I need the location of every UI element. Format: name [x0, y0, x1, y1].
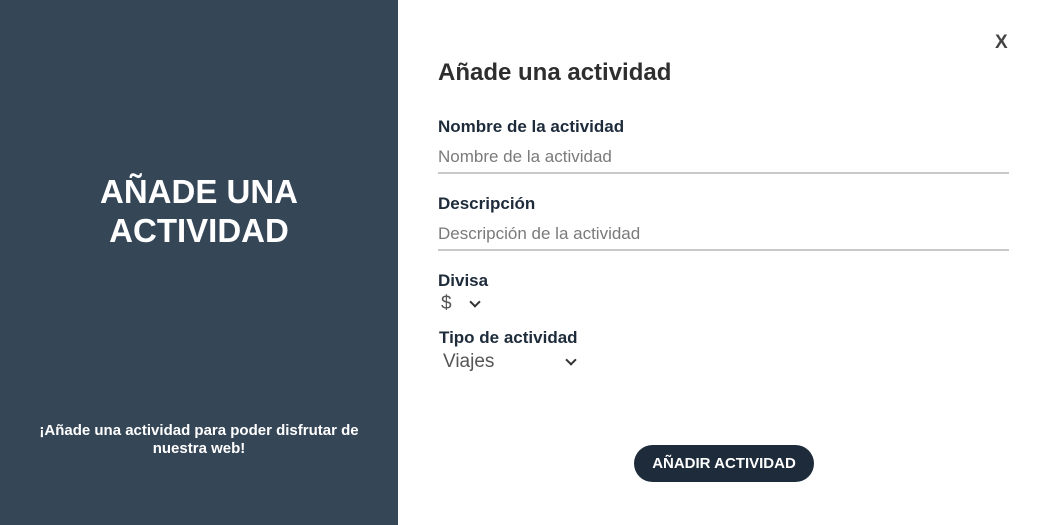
left-panel: AÑADE UNA ACTIVIDAD ¡Añade una actividad… [0, 0, 398, 525]
form-panel: X Añade una actividad Nombre de la activ… [398, 0, 1047, 525]
hero-line-2: ACTIVIDAD [109, 212, 289, 249]
form-title: Añade una actividad [438, 59, 672, 86]
description-label: Descripción [438, 194, 536, 213]
activity-type-select[interactable]: Viajes [443, 351, 578, 373]
close-icon[interactable]: X [995, 32, 1008, 54]
add-activity-modal: AÑADE UNA ACTIVIDAD ¡Añade una actividad… [0, 0, 1047, 525]
activity-type-label: Tipo de actividad [439, 328, 578, 347]
hero-heading: AÑADE UNA ACTIVIDAD [0, 172, 398, 250]
activity-name-input[interactable] [438, 142, 1009, 174]
hero-line-1: AÑADE UNA [100, 173, 298, 210]
chevron-down-icon [468, 296, 481, 308]
currency-select[interactable]: $ [441, 293, 481, 315]
description-input[interactable] [438, 219, 1009, 251]
currency-selected-value: $ [441, 293, 452, 314]
activity-type-selected-value: Viajes [443, 351, 495, 372]
chevron-down-icon [565, 354, 578, 366]
add-activity-button[interactable]: AÑADIR ACTIVIDAD [634, 445, 814, 482]
tagline: ¡Añade una actividad para poder disfruta… [39, 422, 359, 457]
currency-label: Divisa [438, 271, 489, 290]
name-label: Nombre de la actividad [438, 117, 625, 136]
